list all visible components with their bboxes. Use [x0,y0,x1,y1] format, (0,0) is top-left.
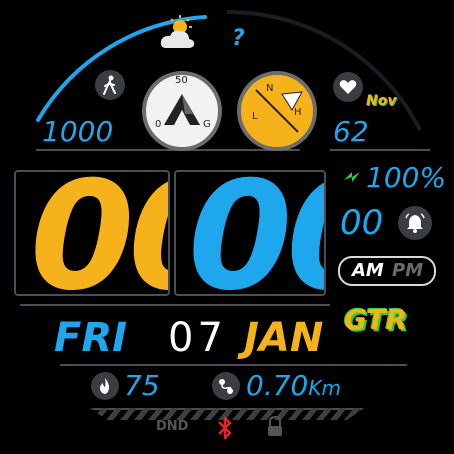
hazard-stripes [60,408,420,420]
hours-box: 00 [14,170,170,296]
minutes-value: 00 [188,170,324,296]
bluetooth-icon [215,414,235,442]
route-icon[interactable] [212,372,240,400]
month-badge: Nov [366,93,397,109]
dial-right-l-label: L [252,111,258,122]
steps-value: 1000 [42,115,114,148]
seconds-value: 00 [340,203,384,243]
walking-icon[interactable] [95,70,125,100]
distance-unit: Km [308,376,341,400]
minutes-box: 00 [174,170,326,296]
am-label: AM [352,260,384,281]
dial-left-top-label: 50 [175,75,188,86]
compass-left: 50 0 G [141,70,223,152]
hours-value: 00 [30,170,168,296]
calories-value: 75 [124,369,160,402]
brand-logo: GTR [344,303,408,336]
dial-left-left-label: 0 [155,119,162,130]
pm-label: PM [392,260,424,281]
distance-number: 0.70 [246,369,309,402]
flame-icon[interactable] [91,372,119,400]
charging-bolt-icon [340,166,366,188]
watch-face: ? 1000 62 Nov 50 0 G N H L 00 00 [0,0,454,454]
dial-right-h-label: H [294,107,302,118]
ampm-indicator: AM PM [338,256,436,286]
heart-rate-value: 62 [333,115,369,148]
battery-value: 100% [366,161,447,194]
heart-icon[interactable] [333,72,363,102]
lock-icon [266,415,284,438]
distance-value: 0.70Km [246,372,341,400]
dial-right-n-label: N [266,83,274,94]
dnd-status: DND [156,419,189,434]
weather-temperature: ? [232,26,245,51]
day-of-month: 07 [168,315,227,361]
alarm-bell-icon[interactable] [398,206,432,240]
partly-cloudy-icon[interactable] [158,14,198,54]
dial-left-right-label: G [203,119,211,130]
month: JAN [244,315,324,361]
compass-right: N H L [236,70,318,152]
weekday: FRI [54,315,128,361]
